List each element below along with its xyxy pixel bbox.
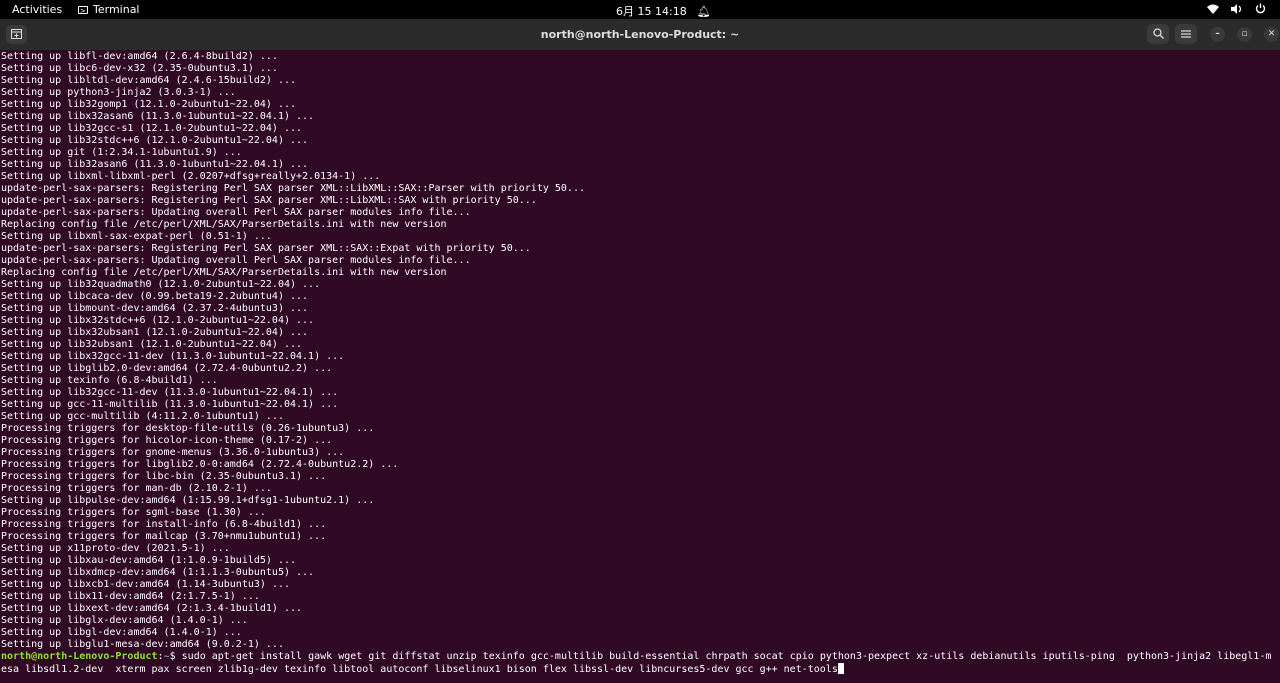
terminal-line: update-perl-sax-parsers: Updating overal… xyxy=(1,255,471,266)
terminal-line: Setting up gcc-multilib (4:11.2.0-1ubunt… xyxy=(1,411,284,422)
terminal-line: Setting up libmount-dev:amd64 (2.37.2-4u… xyxy=(1,303,309,314)
text-cursor xyxy=(837,663,844,674)
app-menu-label: Terminal xyxy=(93,3,140,16)
command-text: sudo apt-get install gawk wget git diffs… xyxy=(181,651,1272,662)
terminal-line: Setting up libx11-dev:amd64 (2:1.7.5-1) … xyxy=(1,591,260,602)
terminal-line: Setting up libglu1-mesa-dev:amd64 (9.0.2… xyxy=(1,639,284,650)
terminal-line: Setting up gcc-11-multilib (11.3.0-1ubun… xyxy=(1,399,339,410)
menu-button[interactable] xyxy=(1175,24,1197,44)
terminal-line: update-perl-sax-parsers: Registering Per… xyxy=(1,183,585,194)
terminal-line: Setting up libx32gcc-11-dev (11.3.0-1ubu… xyxy=(1,351,345,362)
terminal-line: Setting up git (1:2.34.1-1ubuntu1.9) ... xyxy=(1,147,242,158)
activities-button[interactable]: Activities xyxy=(12,3,62,16)
terminal-line: Setting up libxml-sax-expat-perl (0.51-1… xyxy=(1,231,272,242)
bell-icon: 🔔︎ xyxy=(696,4,711,18)
terminal-lines: Setting up libfl-dev:amd64 (2.6.4-8build… xyxy=(1,51,1271,676)
terminal-line: update-perl-sax-parsers: Registering Per… xyxy=(1,195,537,206)
system-tray[interactable] xyxy=(1207,3,1266,17)
terminal-line: Setting up libx32ubsan1 (12.1.0-2ubuntu1… xyxy=(1,327,309,338)
terminal-output[interactable]: Setting up libfl-dev:amd64 (2.6.4-8build… xyxy=(0,50,1280,683)
terminal-line: Setting up libfl-dev:amd64 (2.6.4-8build… xyxy=(1,51,278,62)
terminal-line: Setting up lib32gcc-11-dev (11.3.0-1ubun… xyxy=(1,387,339,398)
close-button[interactable]: ✕ xyxy=(1264,27,1279,42)
maximize-button[interactable]: ▫ xyxy=(1237,27,1252,42)
top-bar: Activities > Terminal 6月 15 14:18 🔔︎ xyxy=(0,0,1280,19)
terminal-line: Replacing config file /etc/perl/XML/SAX/… xyxy=(1,219,447,230)
terminal-line: Processing triggers for gnome-menus (3.3… xyxy=(1,447,345,458)
terminal-line: Processing triggers for man-db (2.10.2-1… xyxy=(1,483,272,494)
terminal-line: Setting up libpulse-dev:amd64 (1:15.99.1… xyxy=(1,495,375,506)
command-text-continued: esa libsdl1.2-dev xterm pax screen zlib1… xyxy=(1,664,838,675)
terminal-line: Processing triggers for libc-bin (2.35-0… xyxy=(1,471,327,482)
terminal-line: Setting up lib32quadmath0 (12.1.0-2ubunt… xyxy=(1,279,321,290)
command-continuation-line: esa libsdl1.2-dev xterm pax screen zlib1… xyxy=(1,663,1271,676)
terminal-line: Processing triggers for sgml-base (1.30)… xyxy=(1,507,266,518)
prompt-symbol: $ xyxy=(169,651,182,662)
terminal-line: Setting up libltdl-dev:amd64 (2.4.6-15bu… xyxy=(1,75,297,86)
prompt-user: north@north-Lenovo-Product xyxy=(1,651,158,662)
terminal-line: Setting up libcaca-dev (0.99.beta19-2.2u… xyxy=(1,291,309,302)
terminal-line: update-perl-sax-parsers: Registering Per… xyxy=(1,243,531,254)
terminal-line: Processing triggers for desktop-file-uti… xyxy=(1,423,375,434)
volume-icon xyxy=(1231,3,1243,17)
search-button[interactable] xyxy=(1147,24,1169,44)
hamburger-menu-icon xyxy=(1181,27,1191,41)
terminal-line: Setting up python3-jinja2 (3.0.3-1) ... xyxy=(1,87,236,98)
terminal-app-icon: > xyxy=(78,5,88,15)
search-icon xyxy=(1152,27,1164,41)
minimize-icon: – xyxy=(1215,29,1220,39)
clock[interactable]: 6月 15 14:18 🔔︎ xyxy=(616,3,711,19)
terminal-line: Processing triggers for mailcap (3.70+nm… xyxy=(1,531,327,542)
window-title: north@north-Lenovo-Product: ~ xyxy=(540,28,740,41)
terminal-line: Replacing config file /etc/perl/XML/SAX/… xyxy=(1,267,447,278)
terminal-line: update-perl-sax-parsers: Updating overal… xyxy=(1,207,471,218)
window-header-bar: north@north-Lenovo-Product: ~ – ▫ ✕ xyxy=(0,19,1280,51)
terminal-line: Setting up lib32asan6 (11.3.0-1ubuntu1~2… xyxy=(1,159,309,170)
prompt-line: north@north-Lenovo-Product:~$ sudo apt-g… xyxy=(1,651,1271,663)
close-icon: ✕ xyxy=(1267,29,1276,39)
clock-label: 6月 15 14:18 xyxy=(616,5,687,18)
terminal-line: Setting up libxcb1-dev:amd64 (1.14-3ubun… xyxy=(1,579,290,590)
terminal-line: Setting up libxext-dev:amd64 (2:1.3.4-1b… xyxy=(1,603,303,614)
terminal-line: Setting up libglx-dev:amd64 (1.4.0-1) ..… xyxy=(1,615,248,626)
terminal-line: Processing triggers for install-info (6.… xyxy=(1,519,327,530)
maximize-icon: ▫ xyxy=(1241,29,1248,39)
terminal-line: Setting up lib32gcc-s1 (12.1.0-2ubuntu1~… xyxy=(1,123,303,134)
terminal-line: Setting up libglib2.0-dev:amd64 (2.72.4-… xyxy=(1,363,333,374)
minimize-button[interactable]: – xyxy=(1210,27,1225,42)
terminal-line: Setting up libxdmcp-dev:amd64 (1:1.1.3-0… xyxy=(1,567,315,578)
terminal-line: Setting up libxml-libxml-perl (2.0207+df… xyxy=(1,171,381,182)
app-menu[interactable]: > Terminal xyxy=(78,3,140,16)
terminal-line: Setting up libx32asan6 (11.3.0-1ubuntu1~… xyxy=(1,111,315,122)
terminal-line: Processing triggers for libglib2.0-0:amd… xyxy=(1,459,399,470)
terminal-line: Setting up libgl-dev:amd64 (1.4.0-1) ... xyxy=(1,627,242,638)
power-icon xyxy=(1255,3,1266,17)
network-icon xyxy=(1207,4,1219,17)
terminal-line: Setting up lib32stdc++6 (12.1.0-2ubuntu1… xyxy=(1,135,309,146)
terminal-line: Setting up libc6-dev-x32 (2.35-0ubuntu3.… xyxy=(1,63,278,74)
terminal-line: Processing triggers for hicolor-icon-the… xyxy=(1,435,333,446)
terminal-line: Setting up libxau-dev:amd64 (1:1.0.9-1bu… xyxy=(1,555,297,566)
terminal-line: Setting up lib32gomp1 (12.1.0-2ubuntu1~2… xyxy=(1,99,297,110)
terminal-line: Setting up texinfo (6.8-4build1) ... xyxy=(1,375,218,386)
terminal-line: Setting up libx32stdc++6 (12.1.0-2ubuntu… xyxy=(1,315,315,326)
terminal-line: Setting up lib32ubsan1 (12.1.0-2ubuntu1~… xyxy=(1,339,303,350)
terminal-line: Setting up x11proto-dev (2021.5-1) ... xyxy=(1,543,230,554)
